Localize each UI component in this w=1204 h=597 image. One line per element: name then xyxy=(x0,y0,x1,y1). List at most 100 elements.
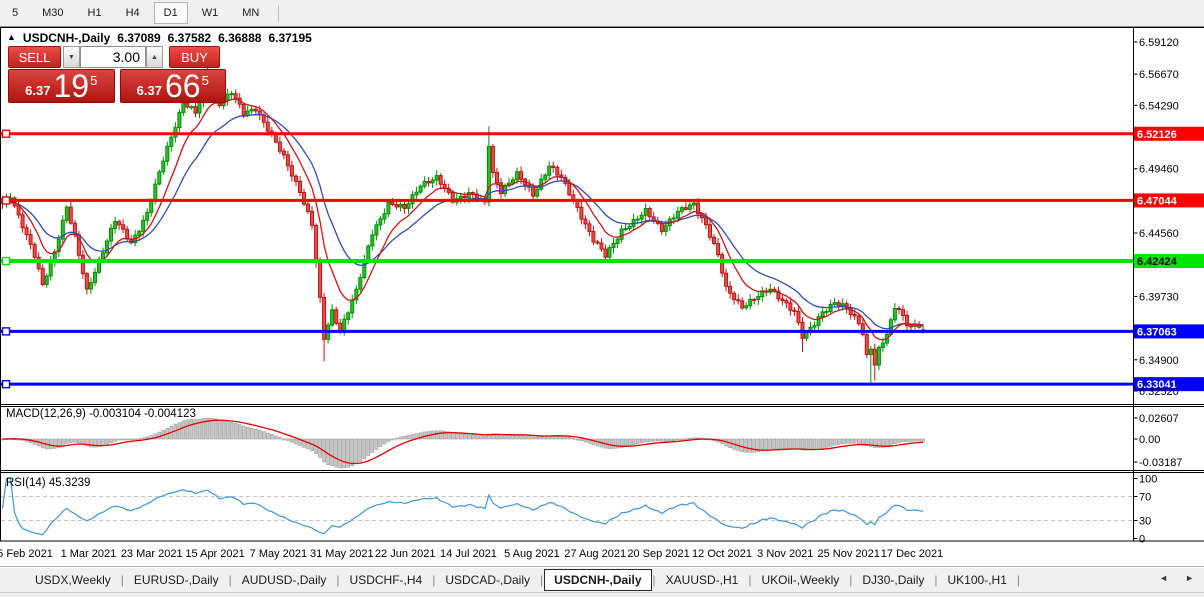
timeframe-button-H1[interactable]: H1 xyxy=(78,2,112,24)
line-handle[interactable] xyxy=(1,196,11,205)
macd-histogram-bar xyxy=(539,436,544,440)
macd-histogram-bar xyxy=(631,438,636,446)
chart-tab-eurusd-daily[interactable]: EURUSD-,Daily xyxy=(125,570,228,590)
candle xyxy=(318,261,323,298)
macd-histogram-bar xyxy=(269,434,274,440)
candle xyxy=(294,175,298,182)
buy-price-box[interactable]: 6.37 66 5 xyxy=(119,69,226,103)
candle xyxy=(93,271,97,284)
candle xyxy=(619,228,624,240)
macd-histogram-bar xyxy=(48,438,53,450)
candle xyxy=(322,296,327,340)
macd-histogram-bar xyxy=(519,434,523,440)
macd-histogram-bar xyxy=(796,438,801,450)
candle xyxy=(68,206,73,224)
macd-histogram-bar xyxy=(860,438,865,445)
volume-input[interactable] xyxy=(80,46,146,68)
macd-histogram-bar xyxy=(788,438,793,449)
macd-histogram-bar xyxy=(394,437,399,440)
candle xyxy=(852,313,857,317)
candle xyxy=(289,165,294,177)
timeframe-button-D1[interactable]: D1 xyxy=(153,2,188,24)
macd-histogram-bar xyxy=(692,437,696,440)
candle xyxy=(44,275,49,286)
chart-tab-xauusd-h1[interactable]: XAUUSD-,H1 xyxy=(657,570,748,590)
date-axis-label: 31 May 2021 xyxy=(310,548,374,560)
price-axis-tick-label: 6.34900 xyxy=(1139,355,1179,367)
line-handle[interactable] xyxy=(1,379,11,389)
line-handle[interactable] xyxy=(1,327,11,336)
chart-tab-usdcnh-daily[interactable]: USDCNH-,Daily xyxy=(544,569,652,591)
sell-button[interactable]: SELL xyxy=(8,46,61,68)
candle xyxy=(20,214,25,229)
candle xyxy=(386,201,391,215)
line-handle[interactable] xyxy=(1,129,11,138)
tab-scroll-right-icon[interactable]: ► xyxy=(1185,573,1194,583)
buy-button[interactable]: BUY xyxy=(169,46,220,68)
timeframe-button-H4[interactable]: H4 xyxy=(116,2,150,24)
date-axis-label: 25 Nov 2021 xyxy=(818,548,880,560)
macd-histogram-bar xyxy=(897,438,901,443)
candle xyxy=(856,315,861,325)
candle xyxy=(780,298,785,302)
macd-histogram-bar xyxy=(386,438,391,442)
macd-histogram-bar xyxy=(326,438,330,466)
candle xyxy=(567,182,572,196)
price-axis-tick-label: 6.59120 xyxy=(1139,37,1179,49)
ohlc-open: 6.37089 xyxy=(117,31,161,45)
macd-histogram-bar xyxy=(820,438,825,449)
candle xyxy=(535,188,540,197)
macd-histogram-bar xyxy=(651,438,656,442)
candle xyxy=(551,165,556,168)
macd-histogram-bar xyxy=(398,436,403,440)
candle xyxy=(430,179,435,184)
collapse-panel-icon[interactable]: ▲ xyxy=(7,32,16,42)
macd-histogram-bar xyxy=(607,438,612,449)
candle xyxy=(716,243,721,256)
macd-histogram-bar xyxy=(117,438,121,441)
timeframe-button-MN[interactable]: MN xyxy=(232,2,269,24)
date-axis-label: 5 Aug 2021 xyxy=(504,548,560,560)
volume-decrease-button[interactable]: ▼ xyxy=(63,46,80,68)
candle xyxy=(639,214,644,220)
candle xyxy=(595,241,600,244)
candle xyxy=(679,207,684,212)
line-handle[interactable] xyxy=(1,256,11,266)
candle xyxy=(591,230,596,243)
chart-tab-dj30-daily[interactable]: DJ30-,Daily xyxy=(853,570,933,590)
macd-histogram-bar xyxy=(909,438,913,442)
macd-histogram-bar xyxy=(531,436,535,440)
chart-tab-ukoil-weekly[interactable]: UKOil-,Weekly xyxy=(752,570,848,590)
candle xyxy=(398,203,403,208)
chart-tab-usdcad-daily[interactable]: USDCAD-,Daily xyxy=(436,570,539,590)
timeframe-button-W1[interactable]: W1 xyxy=(192,2,229,24)
chart-tab-usdx-weekly[interactable]: USDX,Weekly xyxy=(26,570,120,590)
candle xyxy=(273,133,278,143)
date-axis-label: 23 Mar 2021 xyxy=(121,548,183,560)
macd-histogram-bar xyxy=(249,427,254,440)
macd-histogram-bar xyxy=(129,438,133,441)
macd-histogram-bar xyxy=(265,432,270,440)
macd-histogram-bar xyxy=(579,438,584,442)
macd-histogram-bar xyxy=(438,430,443,440)
volume-increase-button[interactable]: ▲ xyxy=(146,46,163,68)
macd-histogram-bar xyxy=(434,430,439,440)
macd-histogram-bar xyxy=(503,434,507,440)
rsi-label: RSI(14) 45.3239 xyxy=(6,477,90,489)
sell-price-box[interactable]: 6.37 19 5 xyxy=(8,69,115,103)
macd-histogram-bar xyxy=(406,435,411,440)
candle xyxy=(109,227,113,242)
chart-tab-audusd-daily[interactable]: AUDUSD-,Daily xyxy=(233,570,336,590)
chart-tab-usdchf-h4[interactable]: USDCHF-,H4 xyxy=(341,570,432,590)
candle xyxy=(587,223,592,232)
chart-tab-uk100-h1[interactable]: UK100-,H1 xyxy=(939,570,1016,590)
candle xyxy=(434,175,439,181)
tab-scroll-left-icon[interactable]: ◄ xyxy=(1159,573,1168,583)
timeframe-button-M30[interactable]: M30 xyxy=(32,2,73,24)
chart-title: ▲ USDCNH-,Daily 6.37089 6.37582 6.36888 … xyxy=(7,31,312,45)
timeframe-button-5[interactable]: 5 xyxy=(2,2,28,24)
macd-histogram-bar xyxy=(475,435,479,440)
macd-histogram-bar xyxy=(808,438,813,451)
ohlc-low: 6.36888 xyxy=(218,31,262,45)
price-tag-label: 6.37063 xyxy=(1137,326,1177,338)
